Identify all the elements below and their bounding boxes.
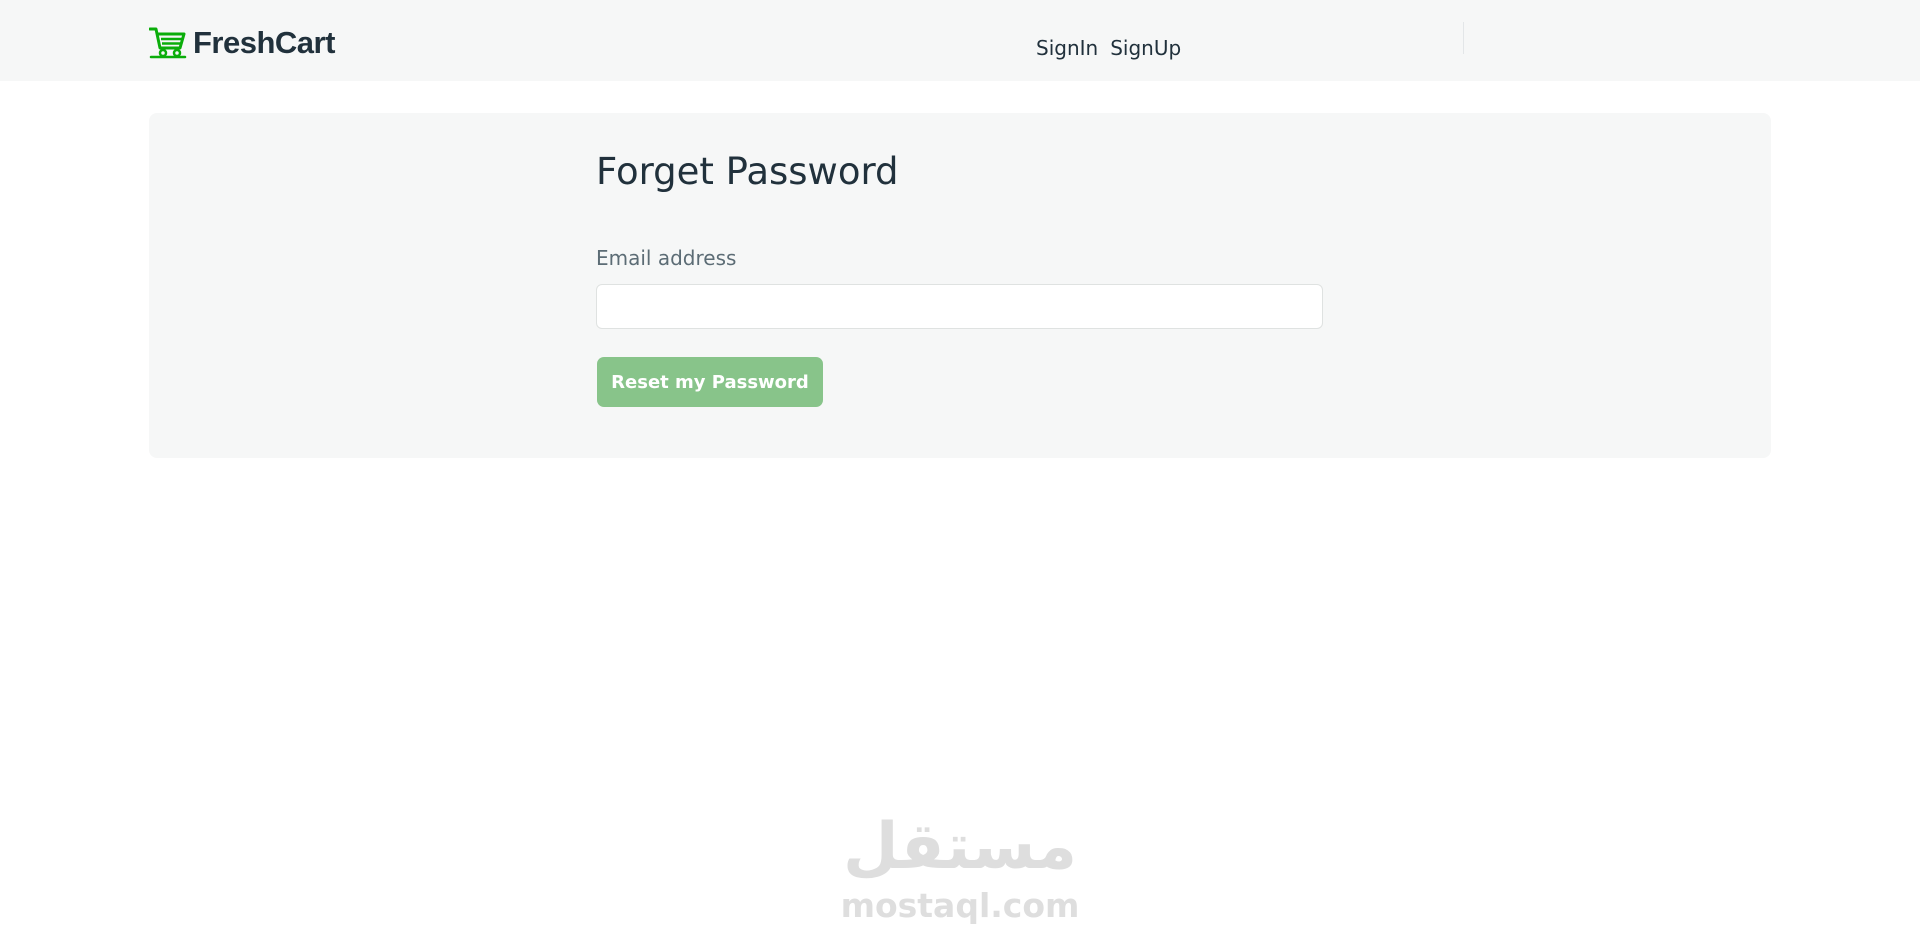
- page-title: Forget Password: [596, 150, 899, 193]
- email-input[interactable]: [596, 284, 1323, 329]
- cart-icon: [148, 26, 187, 60]
- reset-password-button[interactable]: Reset my Password: [597, 357, 823, 407]
- navbar: FreshCart SignIn SignUp: [0, 0, 1920, 81]
- watermark-latin-text: mostaql.com: [840, 886, 1080, 925]
- nav-divider: [1463, 22, 1464, 54]
- watermark-arabic-text: مستقل: [842, 810, 1078, 884]
- watermark: مستقل mostaql.com: [840, 806, 1080, 924]
- signup-link[interactable]: SignUp: [1110, 36, 1181, 60]
- email-label: Email address: [596, 246, 737, 270]
- nav-links: SignIn SignUp: [1036, 36, 1181, 60]
- signin-link[interactable]: SignIn: [1036, 36, 1098, 60]
- brand-name: FreshCart: [193, 25, 335, 60]
- brand-logo-link[interactable]: FreshCart: [148, 24, 335, 62]
- forget-password-form: Forget Password Email address Reset my P…: [596, 150, 1326, 407]
